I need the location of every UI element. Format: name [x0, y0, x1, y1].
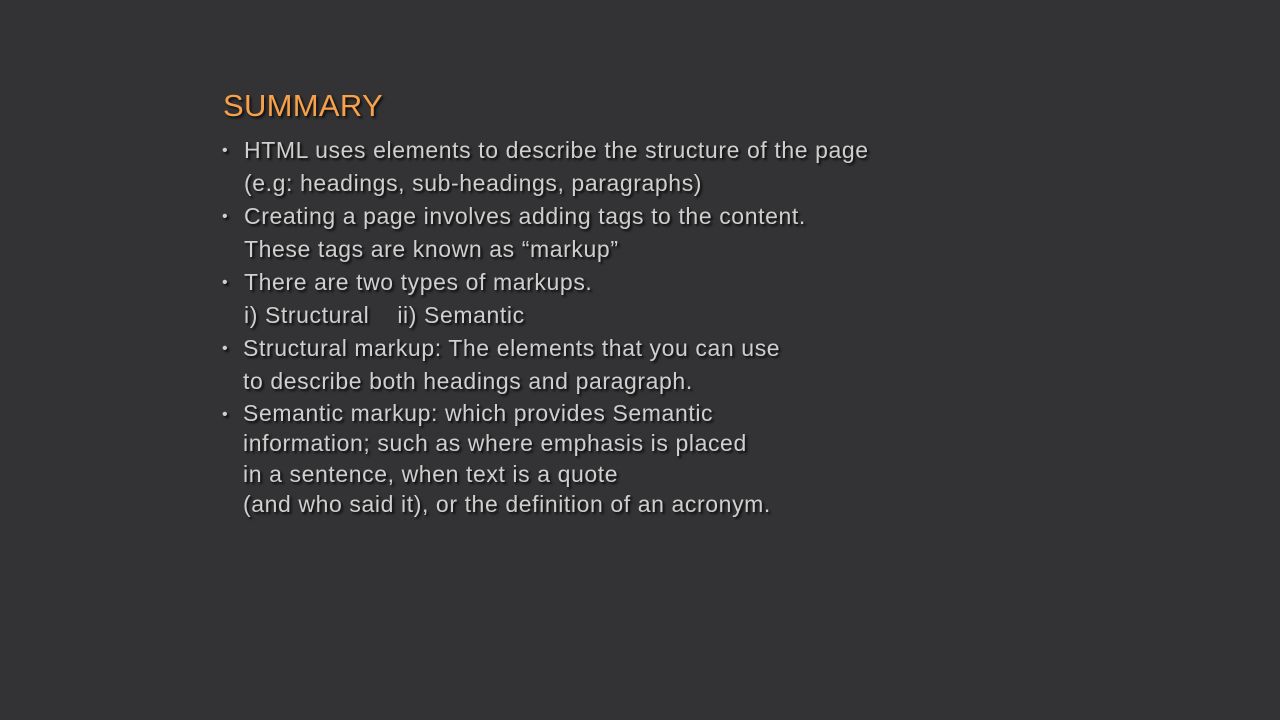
bullet-item: • Structural markup: The elements that y…	[218, 332, 1038, 398]
bullet-item: • Semantic markup: which provides Semant…	[218, 398, 1038, 519]
bullet-text-line: to describe both headings and paragraph.	[243, 368, 693, 394]
bullet-dot-icon: •	[222, 274, 229, 291]
bullet-text-line: Semantic markup: which provides Semantic	[243, 400, 714, 426]
bullet-item: • Creating a page involves adding tags t…	[218, 200, 1038, 266]
bullet-item: • There are two types of markups. i) Str…	[218, 266, 1038, 332]
slide-title: SUMMARY	[223, 88, 383, 123]
bullet-text-line: information; such as where emphasis is p…	[243, 430, 747, 457]
bullet-text-line: in a sentence, when text is a quote	[243, 460, 619, 487]
bullet-text-line: Structural markup: The elements that you…	[243, 335, 781, 361]
bullet-dot-icon: •	[222, 142, 229, 159]
bullet-text-line: i) Structural ii) Semantic	[244, 302, 525, 328]
slide: SUMMARY • HTML uses elements to describe…	[0, 0, 1280, 720]
bullet-dot-icon: •	[222, 340, 229, 357]
summary-bullet-list: • HTML uses elements to describe the str…	[218, 134, 1038, 519]
bullet-text-line: (e.g: headings, sub-headings, paragraphs…	[244, 170, 703, 196]
bullet-dot-icon: •	[222, 208, 229, 225]
bullet-text-line: There are two types of markups.	[244, 269, 593, 295]
bullet-text-line: Creating a page involves adding tags to …	[244, 203, 806, 229]
bullet-dot-icon: •	[222, 406, 229, 423]
bullet-text-line: These tags are known as “markup”	[244, 236, 619, 262]
bullet-text-line: HTML uses elements to describe the struc…	[244, 137, 869, 163]
bullet-item: • HTML uses elements to describe the str…	[218, 134, 1038, 200]
bullet-text-line: (and who said it), or the definition of …	[243, 490, 771, 517]
